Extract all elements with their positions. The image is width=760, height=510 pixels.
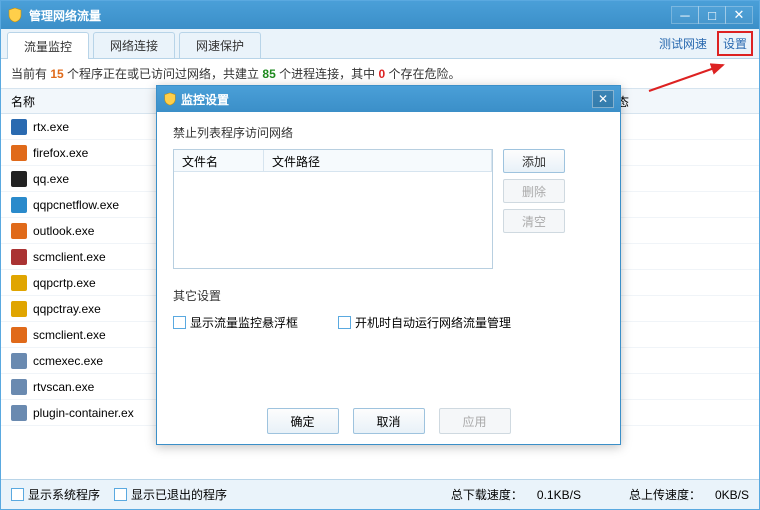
checkbox-show-float[interactable]: 显示流量监控悬浮框	[173, 314, 298, 331]
dialog-title: 监控设置	[181, 91, 592, 108]
checkbox-autorun[interactable]: 开机时自动运行网络流量管理	[338, 314, 511, 331]
apply-button[interactable]: 应用	[439, 408, 511, 434]
tab-speed-protect[interactable]: 网速保护	[179, 32, 261, 58]
process-name: plugin-container.ex	[33, 406, 134, 420]
window-title: 管理网络流量	[29, 7, 672, 24]
dialog-close-button[interactable]: ✕	[592, 90, 614, 108]
link-test-speed[interactable]: 测试网速	[655, 33, 711, 54]
checkbox-show-exited[interactable]: 显示已退出的程序	[114, 486, 227, 503]
summary-text: 当前有 15 个程序正在或已访问过网络，共建立 85 个进程连接，其中 0 个存…	[1, 59, 759, 88]
process-name: qqpcnetflow.exe	[33, 198, 119, 212]
app-icon	[11, 275, 27, 291]
window-titlebar: 管理网络流量 － □ ✕	[1, 1, 759, 29]
section-blocklist-label: 禁止列表程序访问网络	[173, 124, 604, 141]
grid-col-filepath: 文件路径	[264, 150, 492, 171]
tab-network-connections[interactable]: 网络连接	[93, 32, 175, 58]
maximize-button[interactable]: □	[698, 6, 726, 24]
status-bar: 显示系统程序 显示已退出的程序 总下载速度： 0.1KB/S 总上传速度： 0K…	[1, 479, 759, 509]
app-icon	[11, 119, 27, 135]
process-name: qq.exe	[33, 172, 69, 186]
app-icon	[11, 197, 27, 213]
total-upload-label: 总上传速度：	[629, 486, 701, 503]
process-name: qqpctray.exe	[33, 302, 101, 316]
app-icon	[11, 249, 27, 265]
add-button[interactable]: 添加	[503, 149, 565, 173]
total-download-value: 0.1KB/S	[537, 488, 581, 502]
process-name: scmclient.exe	[33, 250, 106, 264]
summary-connection-count: 85	[262, 67, 275, 81]
process-name: scmclient.exe	[33, 328, 106, 342]
tab-traffic-monitor[interactable]: 流量监控	[7, 32, 89, 59]
checkbox-show-system-label: 显示系统程序	[28, 486, 100, 503]
tab-bar: 流量监控 网络连接 网速保护 测试网速 设置	[1, 29, 759, 59]
minimize-button[interactable]: －	[671, 6, 699, 24]
app-icon	[11, 327, 27, 343]
checkbox-autorun-label: 开机时自动运行网络流量管理	[355, 314, 511, 331]
checkbox-show-float-label: 显示流量监控悬浮框	[190, 314, 298, 331]
close-button[interactable]: ✕	[725, 6, 753, 24]
app-icon	[11, 353, 27, 369]
blocklist-grid[interactable]: 文件名 文件路径	[173, 149, 493, 269]
summary-prefix: 当前有	[11, 67, 50, 81]
process-name: rtvscan.exe	[33, 380, 94, 394]
process-name: rtx.exe	[33, 120, 69, 134]
checkbox-show-exited-label: 显示已退出的程序	[131, 486, 227, 503]
total-upload-value: 0KB/S	[715, 488, 749, 502]
process-name: outlook.exe	[33, 224, 94, 238]
total-download-label: 总下载速度：	[451, 486, 523, 503]
app-icon	[11, 379, 27, 395]
ok-button[interactable]: 确定	[267, 408, 339, 434]
delete-button[interactable]: 删除	[503, 179, 565, 203]
link-settings[interactable]: 设置	[717, 31, 753, 56]
app-icon	[11, 171, 27, 187]
clear-button[interactable]: 清空	[503, 209, 565, 233]
process-name: qqpcrtp.exe	[33, 276, 96, 290]
shield-icon	[163, 92, 177, 106]
process-name: firefox.exe	[33, 146, 88, 160]
summary-program-count: 15	[50, 67, 63, 81]
shield-icon	[7, 7, 23, 23]
monitor-settings-dialog: 监控设置 ✕ 禁止列表程序访问网络 文件名 文件路径 添加 删除 清空 其它设置…	[156, 85, 621, 445]
summary-mid2: 个进程连接，其中	[279, 67, 378, 81]
grid-col-filename: 文件名	[174, 150, 264, 171]
section-other-label: 其它设置	[173, 287, 604, 304]
dialog-titlebar: 监控设置 ✕	[157, 86, 620, 112]
summary-suffix: 个存在危险。	[388, 67, 460, 81]
app-icon	[11, 145, 27, 161]
summary-risk-count: 0	[378, 67, 385, 81]
app-icon	[11, 223, 27, 239]
cancel-button[interactable]: 取消	[353, 408, 425, 434]
checkbox-show-system[interactable]: 显示系统程序	[11, 486, 100, 503]
app-icon	[11, 301, 27, 317]
app-icon	[11, 405, 27, 421]
summary-mid1: 个程序正在或已访问过网络，共建立	[67, 67, 262, 81]
process-name: ccmexec.exe	[33, 354, 103, 368]
